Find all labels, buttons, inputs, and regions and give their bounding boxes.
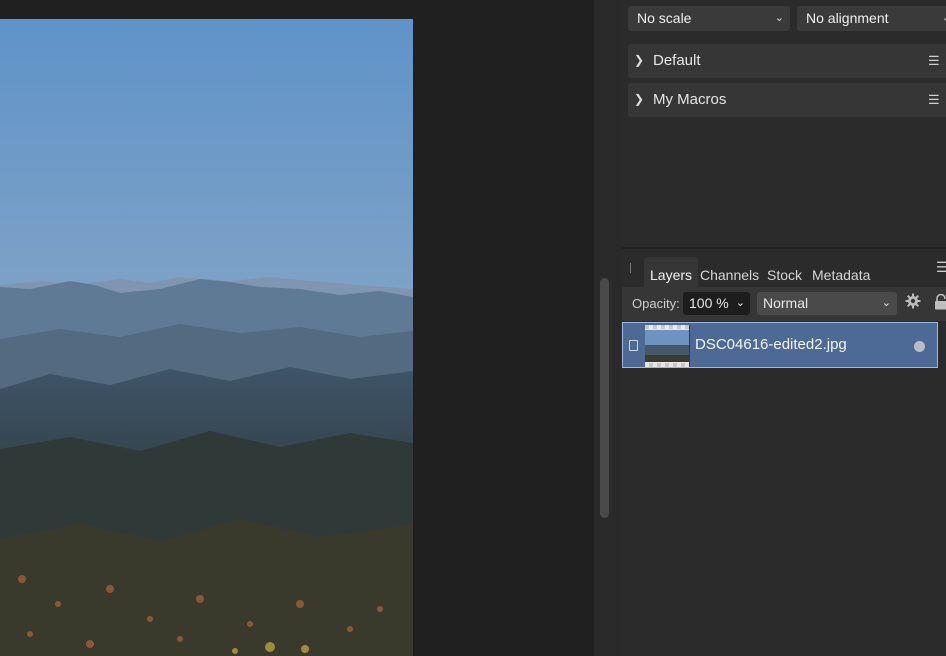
opacity-label: Opacity: [632, 296, 680, 311]
chevron-down-icon: ⌄ [774, 12, 784, 24]
alignment-dropdown[interactable]: No alignment ⌄ [797, 6, 946, 31]
opacity-field[interactable]: 100 % ⌄ [683, 292, 750, 315]
tab-stock[interactable]: Stock [761, 257, 808, 287]
tab-channels[interactable]: Channels [694, 257, 765, 287]
hamburger-menu-icon[interactable]: ☰ [928, 83, 940, 117]
macro-category-label: My Macros [653, 91, 727, 108]
layer-thumbnail [645, 325, 690, 367]
panel-grip-handle[interactable] [630, 263, 631, 273]
hamburger-menu-icon[interactable]: ☰ [928, 44, 940, 78]
opacity-value: 100 % [689, 295, 729, 311]
blend-mode-dropdown[interactable]: Normal ⌄ [757, 292, 897, 315]
tab-layers[interactable]: Layers [644, 257, 699, 287]
macro-category-my-macros[interactable]: ❯ My Macros ☰ [628, 83, 946, 117]
hamburger-menu-icon[interactable]: ☰ [936, 259, 946, 276]
tab-metadata[interactable]: Metadata [806, 257, 876, 287]
layer-row[interactable]: DSC04616-edited2.jpg [622, 322, 938, 368]
chevron-down-icon: ⌄ [735, 297, 745, 309]
document-image[interactable] [0, 19, 413, 656]
layer-options-bar: Opacity: 100 % ⌄ Normal ⌄ [622, 287, 946, 321]
layers-tab-bar: Layers Channels Stock Metadata ☰ [622, 249, 946, 287]
scale-dropdown-label: No scale [637, 10, 692, 26]
visibility-toggle-icon[interactable] [914, 341, 925, 352]
chevron-down-icon: ⌄ [881, 297, 891, 309]
scale-dropdown[interactable]: No scale ⌄ [628, 6, 790, 31]
chevron-down-icon: ⌄ [942, 6, 946, 31]
layer-name: DSC04616-edited2.jpg [695, 336, 847, 353]
alignment-dropdown-label: No alignment [806, 10, 889, 26]
vertical-scrollbar[interactable] [600, 278, 609, 518]
gear-icon[interactable] [905, 293, 921, 309]
blend-mode-label: Normal [763, 295, 809, 311]
right-panel: No scale ⌄ No alignment ⌄ ❯ Default ☰ ❯ … [622, 0, 946, 656]
chevron-right-icon[interactable]: ❯ [634, 82, 644, 116]
macro-category-label: Default [653, 52, 701, 69]
chevron-right-icon[interactable]: ❯ [634, 43, 644, 77]
canvas-area[interactable] [0, 0, 594, 656]
lock-icon[interactable] [934, 294, 946, 310]
pixel-layer-icon [629, 340, 638, 351]
macro-category-default[interactable]: ❯ Default ☰ [628, 44, 946, 78]
